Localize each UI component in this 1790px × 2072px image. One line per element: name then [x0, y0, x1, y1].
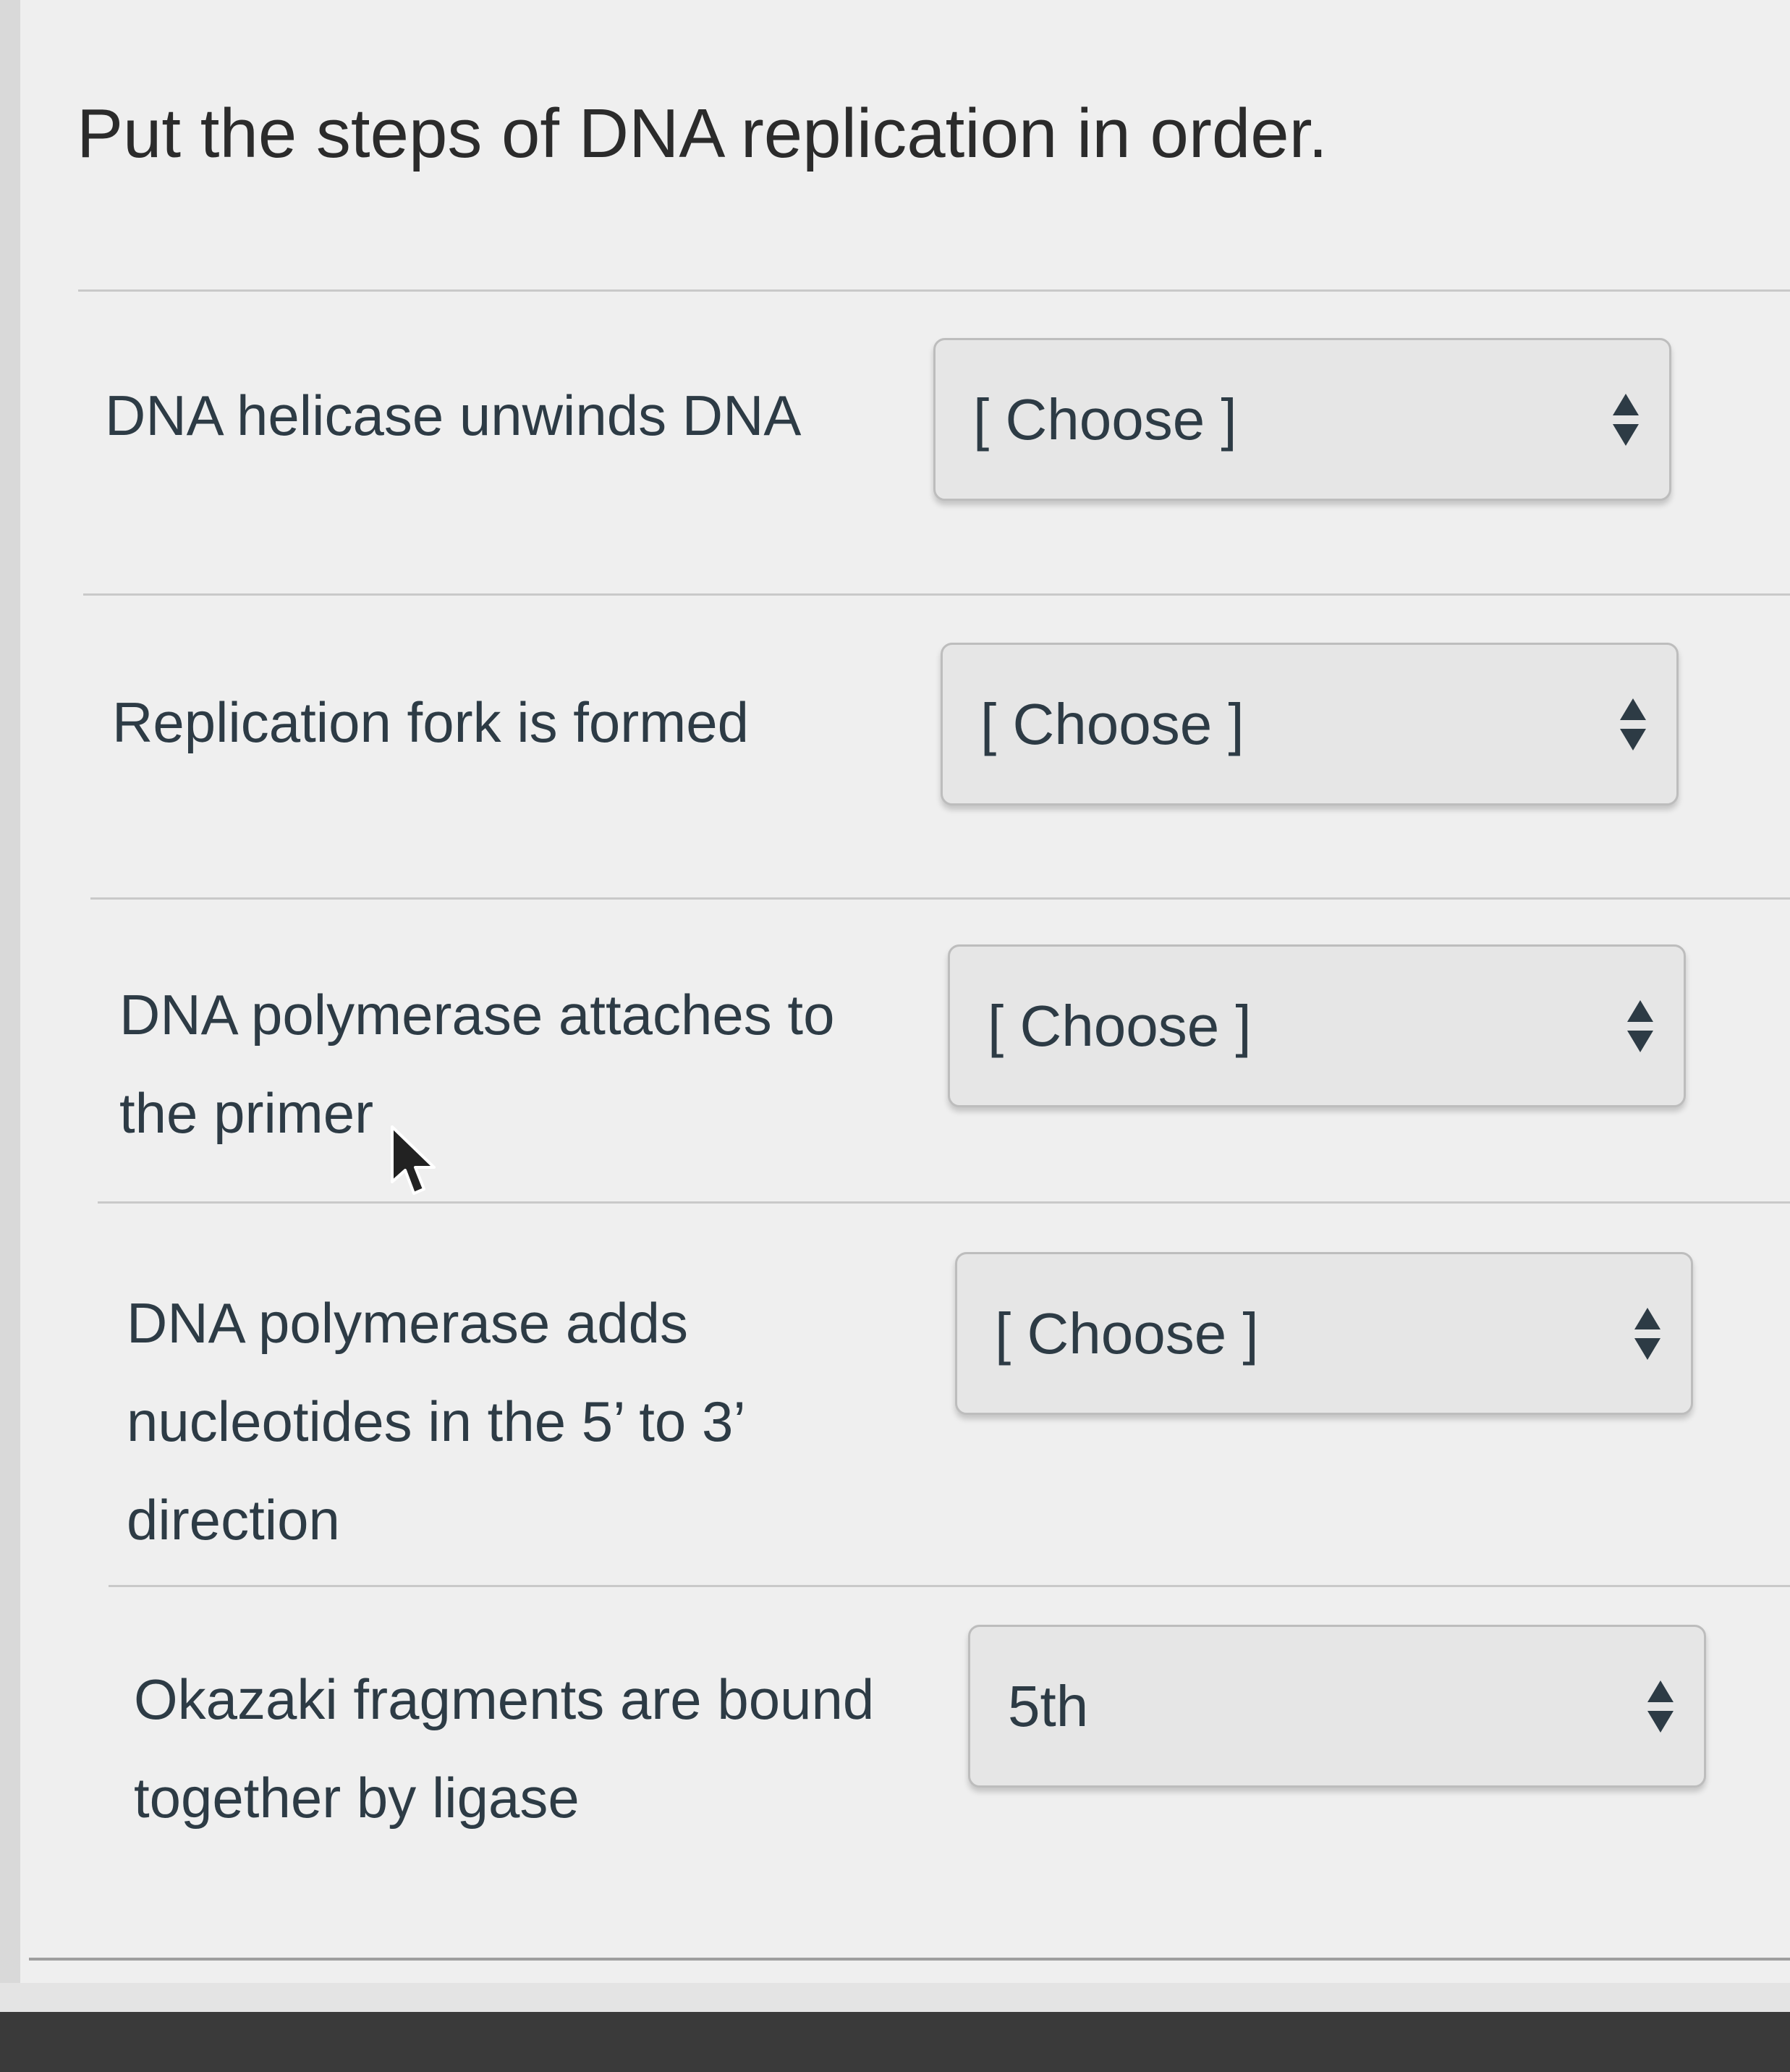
row-label-replication-fork: Replication fork is formed [112, 690, 750, 754]
select-helicase[interactable]: [ Choose ] [933, 338, 1671, 501]
up-down-arrows-icon [1627, 999, 1653, 1052]
quiz-panel: Put the steps of DNA replication in orde… [0, 0, 1790, 1983]
up-down-arrows-icon [1620, 698, 1646, 750]
select-value: [ Choose ] [973, 386, 1237, 452]
divider [109, 1585, 1790, 1587]
select-value: [ Choose ] [995, 1301, 1259, 1366]
select-value: [ Choose ] [988, 993, 1252, 1058]
panel-left-edge [0, 0, 20, 1983]
divider [98, 1201, 1790, 1204]
mouse-pointer-icon [391, 1125, 436, 1195]
divider [78, 289, 1790, 292]
select-replication-fork[interactable]: [ Choose ] [941, 643, 1679, 805]
divider [90, 897, 1790, 900]
row-label-helicase: DNA helicase unwinds DNA [105, 384, 802, 447]
row-label-okazaki: Okazaki fragments are bound together by … [134, 1667, 875, 1830]
row-label-polymerase-attaches: DNA polymerase attaches to the primer [119, 983, 835, 1145]
select-value: 5th [1008, 1673, 1089, 1738]
up-down-arrows-icon [1647, 1680, 1674, 1733]
panel-bottom-border [29, 1958, 1790, 1961]
select-polymerase-attaches[interactable]: [ Choose ] [948, 944, 1686, 1107]
select-polymerase-adds[interactable]: [ Choose ] [955, 1252, 1693, 1415]
select-okazaki[interactable]: 5th [968, 1625, 1706, 1788]
screen-bottom-bezel [0, 2012, 1790, 2072]
up-down-arrows-icon [1613, 393, 1639, 446]
row-label-polymerase-adds: DNA polymerase adds nucleotides in the 5… [127, 1291, 744, 1552]
select-value: [ Choose ] [980, 691, 1244, 756]
question-text: Put the steps of DNA replication in orde… [77, 95, 1328, 172]
up-down-arrows-icon [1634, 1307, 1660, 1360]
divider [83, 593, 1790, 596]
